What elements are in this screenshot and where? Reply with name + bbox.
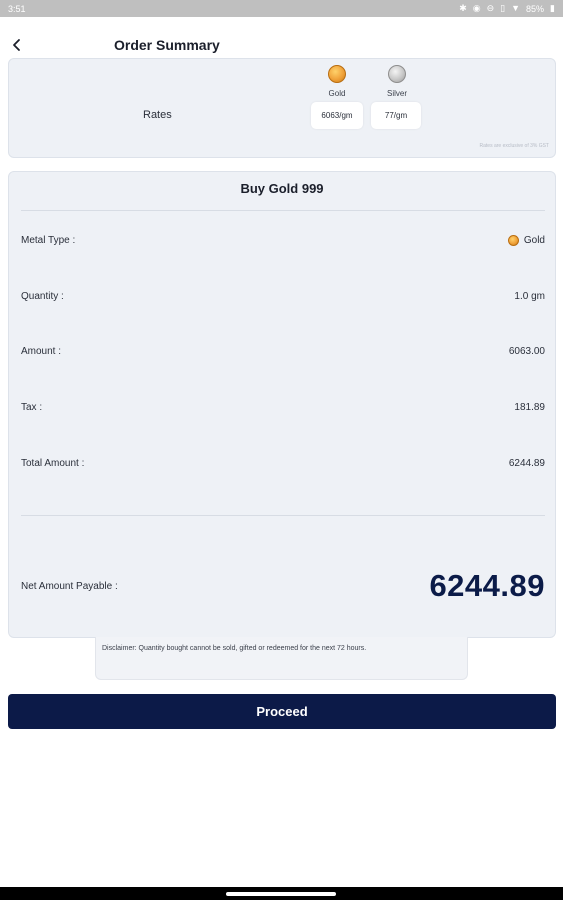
battery-percent: 85%: [526, 3, 545, 14]
amount-label: Amount :: [21, 345, 62, 357]
status-time: 3:51: [8, 3, 26, 14]
rates-label: Rates: [143, 109, 172, 121]
order-summary-card: Buy Gold 999 Metal Type : Gold Quantity …: [8, 171, 556, 638]
tax-label: Tax :: [21, 401, 43, 413]
amount-value: 6063.00: [508, 345, 545, 357]
total-amount-value: 6244.89: [508, 457, 545, 469]
metal-type-value-wrap: Gold: [507, 234, 545, 246]
summary-divider-top: [21, 210, 545, 211]
quantity-row: Quantity : 1.0 gm: [21, 286, 545, 306]
net-amount-row: Net Amount Payable : 6244.89: [21, 566, 545, 606]
home-gesture-pill[interactable]: [226, 892, 336, 896]
app-header: Order Summary: [0, 30, 563, 60]
proceed-button[interactable]: Proceed: [8, 694, 556, 729]
gold-rate-value: 6063/gm: [311, 102, 363, 129]
battery-icon: ▮: [550, 3, 555, 13]
rates-card: Rates Gold 6063/gm Silver 77/gm Rates ar…: [8, 58, 556, 158]
quantity-value: 1.0 gm: [514, 290, 545, 302]
dnd-icon: ⊖: [486, 3, 495, 13]
metal-type-label: Metal Type :: [21, 234, 76, 246]
net-amount-value: 6244.89: [429, 568, 545, 603]
status-bar: 3:51 ✱ ◉ ⊖ ▯ ▼ 85% ▮: [0, 0, 563, 17]
summary-title: Buy Gold 999: [240, 181, 324, 196]
tax-row: Tax : 181.89: [21, 397, 545, 417]
page-title: Order Summary: [114, 37, 220, 53]
rates-note: Rates are exclusive of 3% GST: [479, 143, 549, 149]
summary-divider-bottom: [21, 515, 545, 516]
silver-label: Silver: [386, 89, 407, 98]
metal-type-row: Metal Type : Gold: [21, 230, 545, 250]
gold-rate-column: Gold 6063/gm: [311, 65, 363, 129]
gold-coin-icon: [328, 65, 346, 83]
eye-icon: ◉: [472, 3, 481, 13]
silver-coin-icon: [388, 65, 406, 83]
vibrate-icon: ▯: [500, 3, 506, 13]
silver-rate-column: Silver 77/gm: [371, 65, 423, 129]
system-nav-bar: [0, 887, 563, 900]
disclaimer-text: Disclaimer: Quantity bought cannot be so…: [95, 637, 468, 680]
tax-value: 181.89: [514, 401, 545, 413]
silver-rate-value: 77/gm: [371, 102, 421, 129]
wifi-icon: ▼: [511, 3, 521, 13]
metal-type-value: Gold: [523, 234, 545, 246]
bluetooth-icon: ✱: [459, 3, 467, 13]
back-button[interactable]: [8, 34, 26, 56]
total-amount-label: Total Amount :: [21, 457, 85, 469]
net-amount-label: Net Amount Payable :: [21, 580, 118, 592]
gold-coin-icon: [507, 234, 519, 246]
total-amount-row: Total Amount : 6244.89: [21, 453, 545, 473]
back-arrow-icon: [13, 39, 20, 51]
status-icons: ✱ ◉ ⊖ ▯ ▼ 85% ▮: [459, 4, 555, 14]
gold-label: Gold: [328, 89, 346, 98]
amount-row: Amount : 6063.00: [21, 341, 545, 361]
quantity-label: Quantity :: [21, 290, 64, 302]
